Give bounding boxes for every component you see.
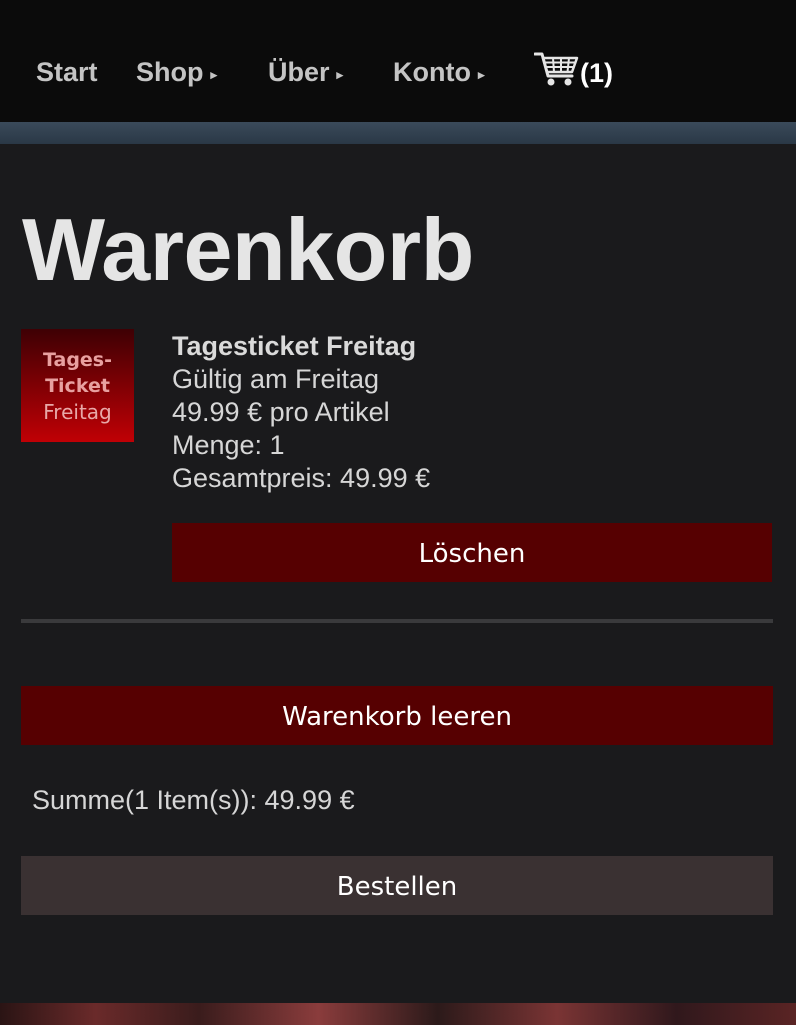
thumbnail-text-line: Tages- bbox=[42, 349, 112, 371]
cart-item-details: Tagesticket Freitag Gültig am Freitag 49… bbox=[172, 330, 430, 495]
top-navbar: Start Shop ▸ Über ▸ Konto ▸ (1) bbox=[0, 0, 796, 122]
submenu-arrow-icon: ▸ bbox=[336, 67, 344, 82]
product-name: Tagesticket Freitag bbox=[172, 331, 417, 361]
nav-shop-label: Shop bbox=[136, 57, 204, 87]
nav-start-link[interactable]: Start bbox=[36, 55, 98, 89]
page-title: Warenkorb bbox=[22, 200, 474, 299]
product-total-price: Gesamtpreis: 49.99 € bbox=[172, 463, 431, 493]
submenu-arrow-icon: ▸ bbox=[477, 67, 485, 82]
product-quantity: Menge: 1 bbox=[172, 430, 285, 460]
divider bbox=[21, 619, 773, 623]
product-unit-price: 49.99 € pro Artikel bbox=[172, 397, 390, 427]
clear-cart-button[interactable]: Warenkorb leeren bbox=[21, 686, 773, 745]
nav-start-label: Start bbox=[36, 57, 98, 87]
cart-sum: Summe(1 Item(s)): 49.99 € bbox=[32, 785, 355, 815]
shopping-cart-icon bbox=[534, 52, 579, 86]
page: Start Shop ▸ Über ▸ Konto ▸ (1) Warenkor… bbox=[0, 0, 796, 1025]
nav-konto-label: Konto bbox=[393, 57, 471, 87]
cart-count-badge: (1) bbox=[580, 58, 613, 88]
thumbnail-text-line: Ticket bbox=[45, 375, 110, 397]
nav-shop-menu[interactable]: Shop ▸ bbox=[136, 55, 217, 89]
nav-konto-menu[interactable]: Konto ▸ bbox=[393, 55, 485, 89]
nav-ueber-menu[interactable]: Über ▸ bbox=[268, 55, 343, 89]
nav-ueber-label: Über bbox=[268, 57, 330, 87]
product-description: Gültig am Freitag bbox=[172, 364, 380, 394]
submenu-arrow-icon: ▸ bbox=[210, 67, 218, 82]
thumbnail-text-line: Freitag bbox=[43, 400, 112, 424]
footer-background-image bbox=[0, 1003, 796, 1025]
delete-item-button[interactable]: Löschen bbox=[172, 523, 772, 582]
nav-bottom-strip bbox=[0, 122, 796, 144]
order-button[interactable]: Bestellen bbox=[21, 856, 773, 915]
product-thumbnail[interactable]: Tages- Ticket Freitag bbox=[21, 329, 134, 442]
